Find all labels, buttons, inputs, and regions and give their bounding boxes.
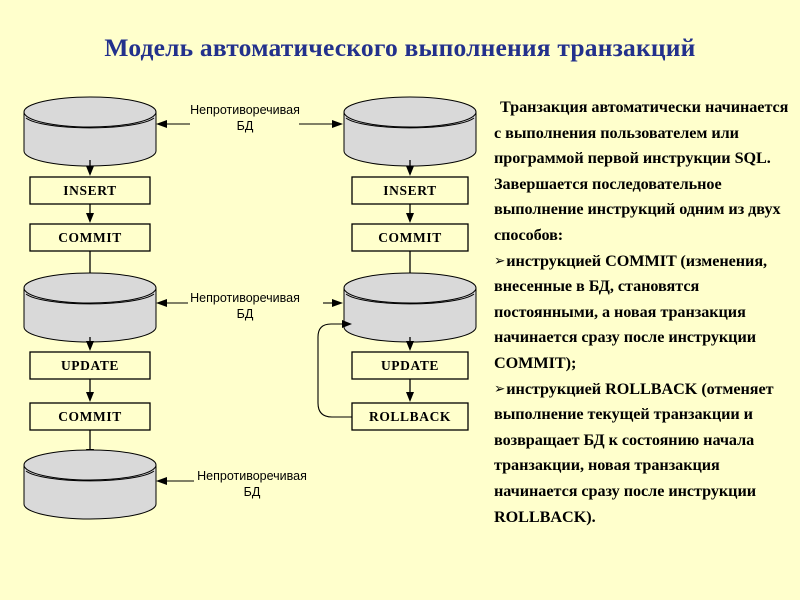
panel-bullet-commit-keyword: COMMIT [605,251,677,270]
left-label-commit-1: COMMIT [58,230,122,245]
slide-canvas: Модель автоматического выполнения транза… [0,0,800,600]
connector-arrow-row-3 [156,477,194,485]
panel-bullet-rollback-rest: (отменяет выполнение текущей транзакции … [494,379,774,526]
arrow-left-update-to-commit2 [86,379,94,402]
connector-label-3: Непротиворечивая БД [192,469,312,500]
arrowhead-bullet-icon: ➢ [494,380,506,397]
left-database-2 [23,272,157,343]
left-label-insert: INSERT [63,183,117,198]
connector-label-2: Непротиворечивая БД [185,291,305,322]
connector-label-1-line2: БД [236,118,254,133]
connector-label-1-line1: Непротиворечивая [190,103,300,117]
arrow-right-update-to-rollback [406,379,414,402]
arrow-left-insert-to-commit [86,204,94,223]
arrow-rollback-loop-to-db2 [317,320,352,418]
connector-label-2-line1: Непротиворечивая [190,291,300,305]
right-database-2 [343,272,477,343]
panel-bullet-commit-lead: инструкцией [506,251,606,270]
description-panel: Транзакция автоматически начинается с вы… [494,95,794,530]
connector-label-1: Непротиворечивая БД [185,103,305,134]
panel-bullet-rollback: ➢инструкцией ROLLBACK (отменяет выполнен… [494,377,794,531]
panel-bullet-commit: ➢инструкцией COMMIT (изменения, внесенны… [494,249,794,377]
panel-bullet-rollback-lead: инструкцией [506,379,606,398]
arrow-right-insert-to-commit [406,204,414,223]
left-label-commit-2: COMMIT [58,409,122,424]
arrowhead-bullet-icon: ➢ [494,252,506,269]
right-label-update: UPDATE [380,358,440,373]
connector-label-3-line1: Непротиворечивая [197,469,307,483]
connector-label-2-line2: БД [236,306,254,321]
left-label-update: UPDATE [60,358,120,373]
panel-bullet-rollback-keyword: ROLLBACK [605,379,698,398]
connector-label-3-line2: БД [243,484,261,499]
panel-intro-paragraph: Транзакция автоматически начинается с вы… [494,98,789,244]
right-label-insert: INSERT [383,183,437,198]
left-database-3 [23,449,157,520]
right-label-rollback: ROLLBACK [368,409,452,424]
right-label-commit: COMMIT [378,230,442,245]
left-database-1 [23,96,157,167]
right-database-1 [343,96,477,167]
